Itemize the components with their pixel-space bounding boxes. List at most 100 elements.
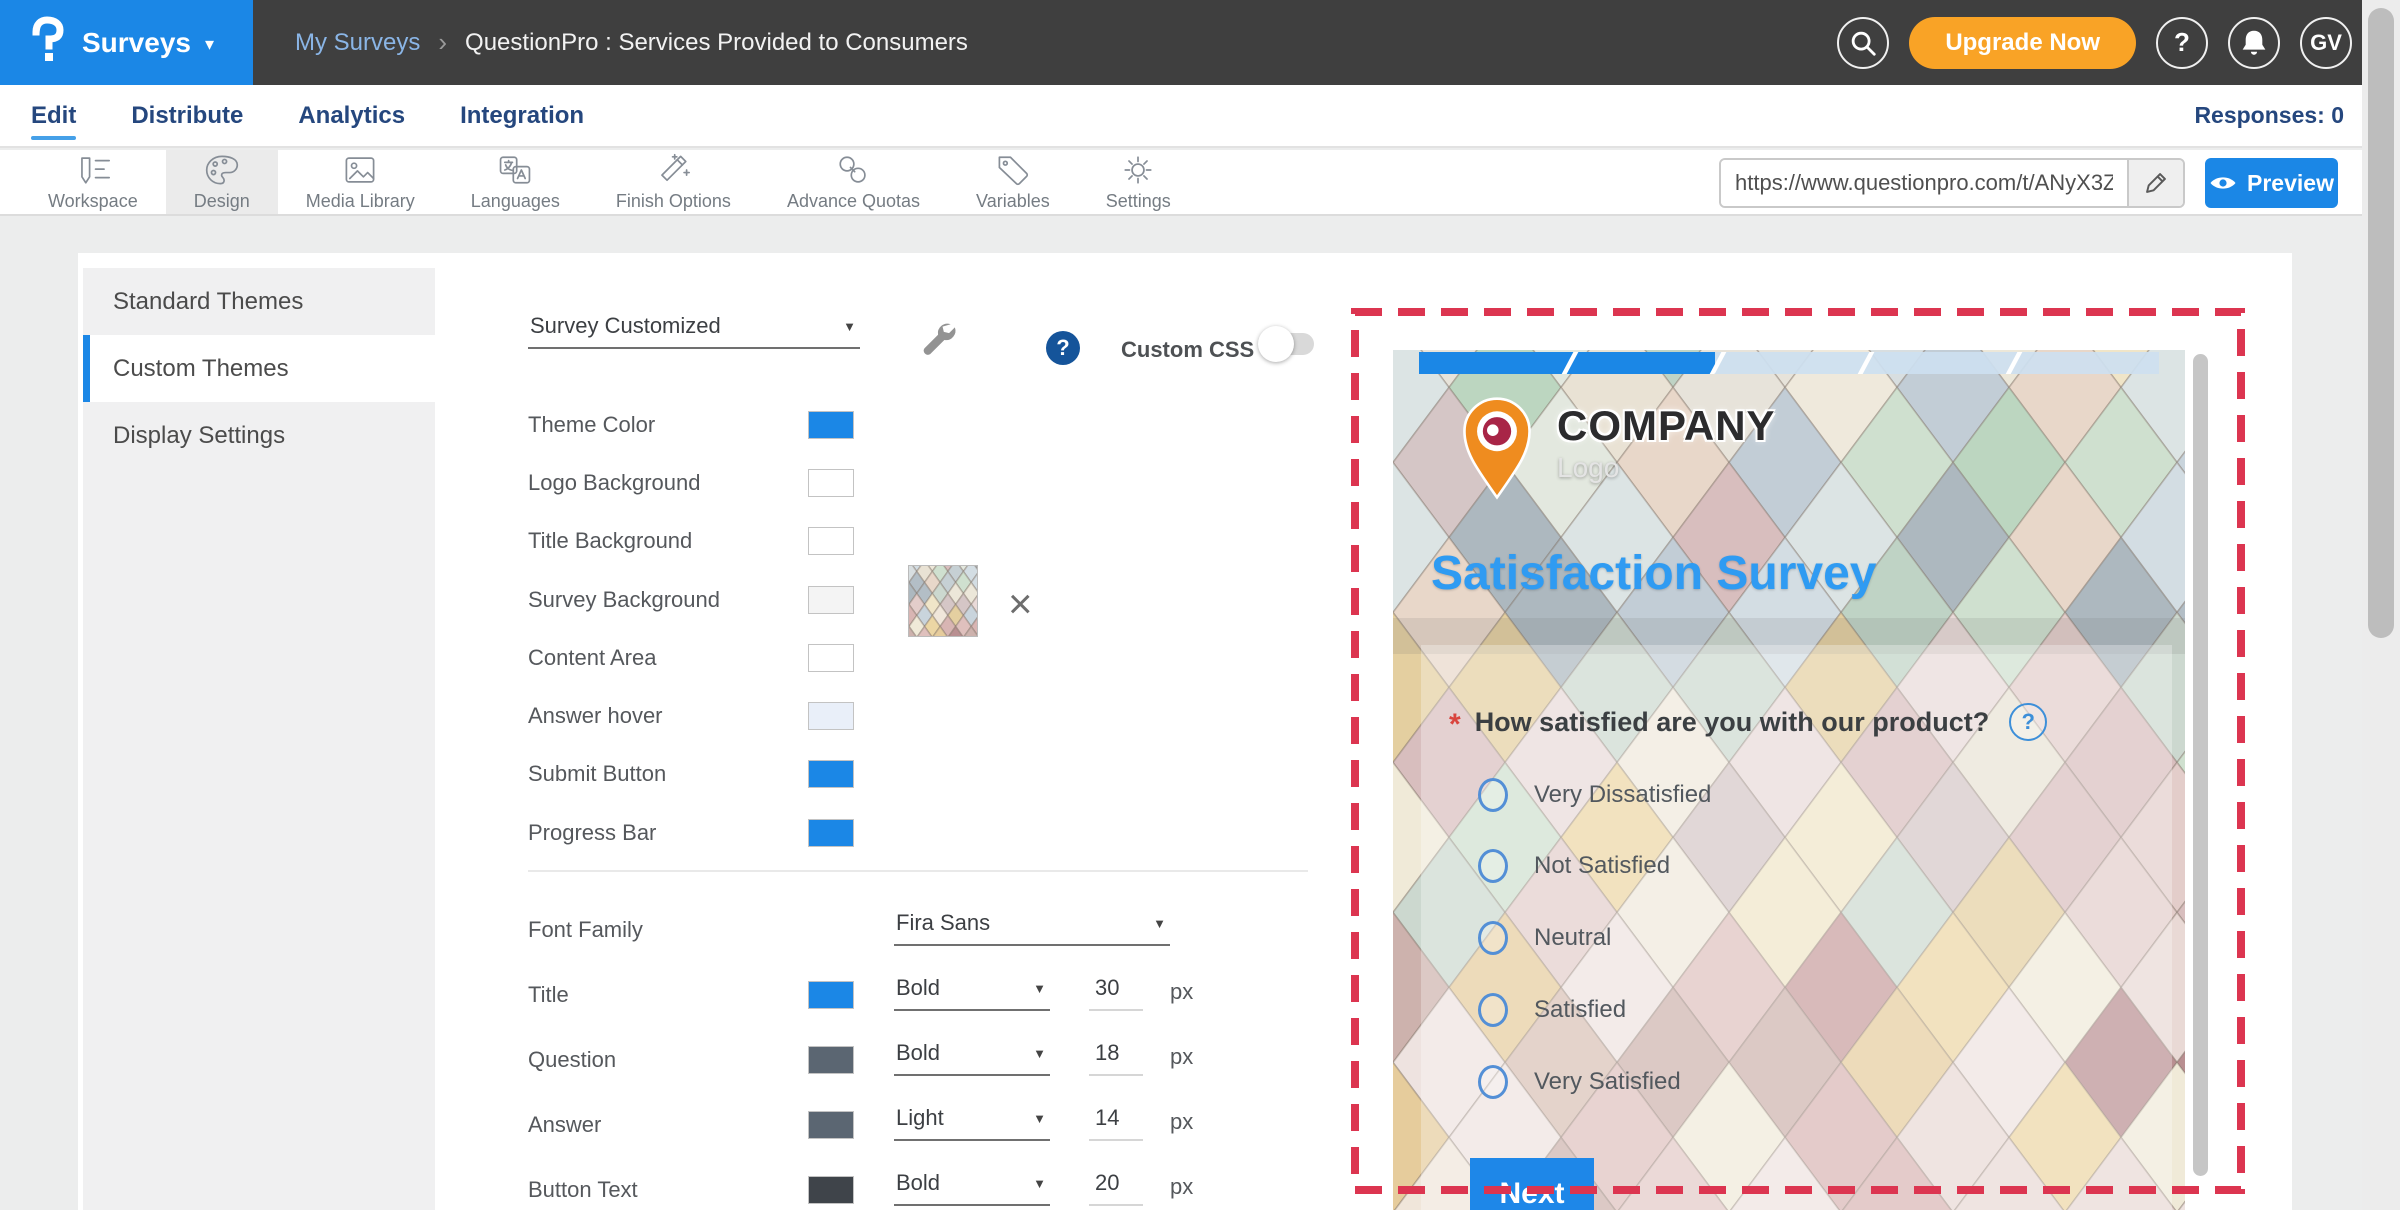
toolbar-tab-media-library[interactable]: Media Library — [278, 150, 443, 214]
company-name: COMPANY — [1557, 402, 1776, 450]
title-size-input[interactable]: 30 — [1089, 971, 1143, 1011]
custom-css-toggle[interactable] — [1258, 329, 1314, 359]
option-neutral[interactable]: Neutral — [1478, 921, 1611, 955]
remove-background-button[interactable]: × — [1008, 583, 1033, 625]
answer-weight-select[interactable]: Light ▼ — [894, 1101, 1050, 1141]
radio-icon[interactable] — [1478, 921, 1508, 955]
answer-size-input[interactable]: 14 — [1089, 1101, 1143, 1141]
toolbar-tab-design[interactable]: Design — [166, 150, 278, 214]
help-button[interactable]: ? — [2156, 17, 2208, 69]
button-text-weight-select[interactable]: Bold ▼ — [894, 1166, 1050, 1206]
tab-integration[interactable]: Integration — [460, 102, 584, 130]
question-size-input[interactable]: 18 — [1089, 1036, 1143, 1076]
breadcrumb-separator: › — [438, 27, 447, 58]
theme-select[interactable]: Survey Customized ▼ — [528, 309, 860, 349]
sidebar-item-standard-themes[interactable]: Standard Themes — [83, 268, 435, 335]
search-button[interactable] — [1837, 17, 1889, 69]
tab-edit[interactable]: Edit — [31, 102, 76, 130]
survey-url-group — [1719, 158, 2185, 208]
button-text-font-color-swatch[interactable] — [808, 1176, 854, 1204]
toolbar-tab-advance-quotas[interactable]: Advance Quotas — [759, 150, 948, 214]
pencil-icon — [2143, 170, 2169, 196]
survey-background-thumbnail-pattern — [909, 566, 977, 636]
toolbar-tab-finish-options[interactable]: Finish Options — [588, 150, 759, 214]
radio-icon[interactable] — [1478, 849, 1508, 883]
required-marker: * — [1449, 708, 1461, 742]
survey-background-swatch[interactable] — [808, 586, 854, 614]
tab-distribute[interactable]: Distribute — [131, 102, 243, 130]
px-unit-label: px — [1170, 1044, 1193, 1070]
theme-color-swatch[interactable] — [808, 411, 854, 439]
eye-icon — [2209, 173, 2237, 193]
theme-help-button[interactable]: ? — [1046, 331, 1080, 365]
survey-progress-bar — [1419, 352, 2159, 374]
magic-wand-icon — [654, 153, 692, 187]
preview-button[interactable]: Preview — [2205, 158, 2338, 208]
option-not-satisfied[interactable]: Not Satisfied — [1478, 849, 1670, 883]
title-background-swatch[interactable] — [808, 527, 854, 555]
survey-preview-frame: COMPANY Logo Satisfaction Survey * How s… — [1393, 340, 2216, 1210]
question-mark-icon: ? — [2174, 27, 2190, 58]
toolbar-tab-settings[interactable]: Settings — [1078, 150, 1199, 214]
chevron-down-icon: ▼ — [1033, 981, 1046, 996]
submit-button-swatch[interactable] — [808, 760, 854, 788]
breadcrumb: My Surveys › QuestionPro : Services Prov… — [295, 27, 968, 58]
toolbar-tab-languages[interactable]: Languages — [443, 150, 588, 214]
chevron-down-icon: ▼ — [1033, 1046, 1046, 1061]
px-unit-label: px — [1170, 1174, 1193, 1200]
chevron-down-icon: ▼ — [843, 319, 856, 334]
answer-hover-swatch[interactable] — [808, 702, 854, 730]
radio-icon[interactable] — [1478, 993, 1508, 1027]
sidebar-item-custom-themes[interactable]: Custom Themes — [83, 335, 435, 402]
image-icon — [341, 153, 379, 187]
survey-url-input[interactable] — [1721, 160, 2127, 206]
font-family-select[interactable]: Fira Sans ▼ — [894, 906, 1170, 946]
button-text-size-input[interactable]: 20 — [1089, 1166, 1143, 1206]
question-font-color-swatch[interactable] — [808, 1046, 854, 1074]
custom-css-label: Custom CSS — [1121, 337, 1254, 363]
tab-analytics[interactable]: Analytics — [298, 102, 405, 130]
content-area-swatch[interactable] — [808, 644, 854, 672]
title-weight-select[interactable]: Bold ▼ — [894, 971, 1050, 1011]
question-weight-select[interactable]: Bold ▼ — [894, 1036, 1050, 1076]
question-help-button[interactable]: ? — [2009, 703, 2047, 741]
brand-label: Surveys — [82, 27, 191, 59]
themes-sidebar: Standard Themes Custom Themes Display Se… — [83, 268, 435, 1210]
radio-icon[interactable] — [1478, 1065, 1508, 1099]
link-icon — [834, 153, 872, 187]
survey-background-thumbnail[interactable] — [908, 565, 978, 637]
edit-toolbar: Workspace Design Media Library Languages — [0, 150, 2400, 216]
surveys-menu[interactable]: Surveys ▾ — [0, 0, 253, 85]
survey-preview-canvas: COMPANY Logo Satisfaction Survey * How s… — [1393, 350, 2185, 1210]
option-very-satisfied[interactable]: Very Satisfied — [1478, 1065, 1681, 1099]
company-pin-icon — [1455, 394, 1539, 500]
progress-bar-swatch[interactable] — [808, 819, 854, 847]
chevron-down-icon: ▼ — [1033, 1176, 1046, 1191]
breadcrumb-current-survey: QuestionPro : Services Provided to Consu… — [465, 29, 968, 57]
next-button[interactable]: Next — [1470, 1158, 1594, 1210]
topbar-actions: Upgrade Now ? GV — [1837, 17, 2352, 69]
option-satisfied[interactable]: Satisfied — [1478, 993, 1626, 1027]
breadcrumb-my-surveys[interactable]: My Surveys — [295, 29, 420, 57]
sidebar-item-display-settings[interactable]: Display Settings — [83, 402, 435, 469]
page-scrollbar-thumb[interactable] — [2368, 8, 2394, 638]
workspace-icon — [74, 153, 112, 187]
theme-tools-button[interactable] — [916, 319, 958, 364]
upgrade-now-button[interactable]: Upgrade Now — [1909, 17, 2136, 69]
questionpro-app: Surveys ▾ My Surveys › QuestionPro : Ser… — [0, 0, 2400, 1210]
answer-font-color-swatch[interactable] — [808, 1111, 854, 1139]
radio-icon[interactable] — [1478, 778, 1508, 812]
logo-background-swatch[interactable] — [808, 469, 854, 497]
survey-nav: Edit Distribute Analytics Integration Re… — [0, 85, 2400, 148]
avatar[interactable]: GV — [2300, 17, 2352, 69]
toolbar-tab-workspace[interactable]: Workspace — [20, 150, 166, 214]
notifications-button[interactable] — [2228, 17, 2280, 69]
title-font-color-swatch[interactable] — [808, 981, 854, 1009]
edit-url-button[interactable] — [2127, 160, 2183, 206]
search-icon — [1848, 28, 1878, 58]
page-scrollbar[interactable] — [2362, 0, 2400, 1210]
preview-scrollbar[interactable] — [2193, 354, 2208, 1176]
option-very-dissatisfied[interactable]: Very Dissatisfied — [1478, 778, 1711, 812]
chevron-down-icon: ▾ — [205, 34, 214, 55]
toolbar-tab-variables[interactable]: Variables — [948, 150, 1078, 214]
